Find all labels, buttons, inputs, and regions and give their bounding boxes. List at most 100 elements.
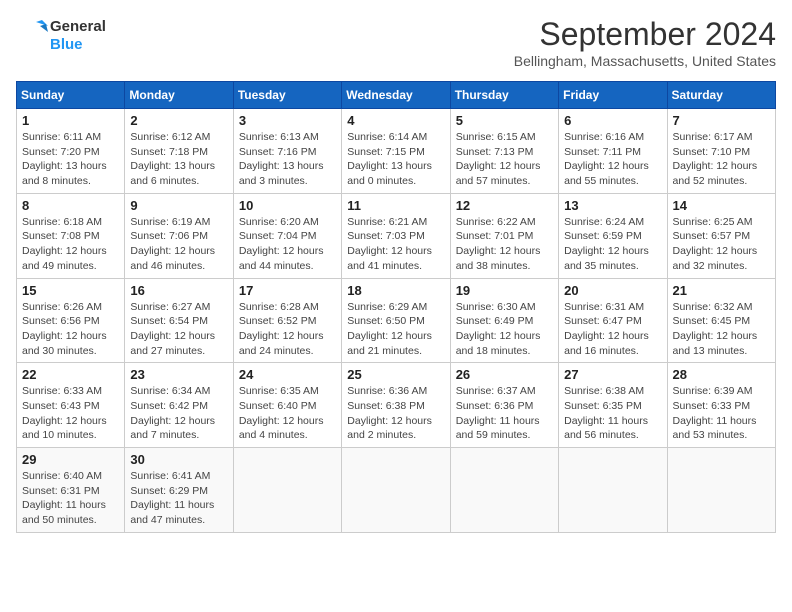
sunrise-time: 6:17 AM — [714, 131, 753, 143]
logo-bird-icon — [16, 16, 48, 56]
sunset-time: 7:10 PM — [711, 146, 750, 158]
sunrise-label: Sunrise: — [130, 385, 171, 397]
calendar-week-5: 29 Sunrise: 6:40 AM Sunset: 6:31 PM Dayl… — [17, 448, 776, 533]
sunrise-time: 6:35 AM — [280, 385, 319, 397]
sunset-label: Sunset: — [564, 400, 603, 412]
daylight-label: Daylight: 13 hours and 8 minutes. — [22, 160, 107, 187]
sunrise-label: Sunrise: — [564, 131, 605, 143]
daylight-label: Daylight: 12 hours and 2 minutes. — [347, 415, 432, 442]
sunset-label: Sunset: — [456, 400, 495, 412]
sunset-label: Sunset: — [456, 315, 495, 327]
sunrise-time: 6:41 AM — [172, 470, 211, 482]
calendar-cell: 23 Sunrise: 6:34 AM Sunset: 6:42 PM Dayl… — [125, 363, 233, 448]
day-number: 29 — [22, 452, 119, 467]
day-number: 9 — [130, 198, 227, 213]
sunset-time: 6:50 PM — [386, 315, 425, 327]
sunset-label: Sunset: — [22, 230, 61, 242]
sunrise-time: 6:25 AM — [714, 216, 753, 228]
day-info: Sunrise: 6:20 AM Sunset: 7:04 PM Dayligh… — [239, 215, 336, 274]
daylight-label: Daylight: 12 hours and 41 minutes. — [347, 245, 432, 272]
day-number: 17 — [239, 283, 336, 298]
calendar-cell: 28 Sunrise: 6:39 AM Sunset: 6:33 PM Dayl… — [667, 363, 775, 448]
weekday-header-friday: Friday — [559, 82, 667, 109]
calendar-cell: 30 Sunrise: 6:41 AM Sunset: 6:29 PM Dayl… — [125, 448, 233, 533]
sunset-label: Sunset: — [564, 146, 603, 158]
day-number: 23 — [130, 367, 227, 382]
sunrise-label: Sunrise: — [130, 301, 171, 313]
calendar-week-4: 22 Sunrise: 6:33 AM Sunset: 6:43 PM Dayl… — [17, 363, 776, 448]
logo: General Blue — [16, 16, 106, 56]
sunrise-time: 6:14 AM — [389, 131, 428, 143]
calendar-cell: 25 Sunrise: 6:36 AM Sunset: 6:38 PM Dayl… — [342, 363, 450, 448]
daylight-label: Daylight: 11 hours and 50 minutes. — [22, 499, 106, 526]
weekday-header-saturday: Saturday — [667, 82, 775, 109]
sunrise-time: 6:24 AM — [606, 216, 645, 228]
sunrise-time: 6:31 AM — [606, 301, 645, 313]
calendar-cell: 12 Sunrise: 6:22 AM Sunset: 7:01 PM Dayl… — [450, 193, 558, 278]
day-number: 28 — [673, 367, 770, 382]
sunrise-time: 6:19 AM — [172, 216, 211, 228]
daylight-label: Daylight: 12 hours and 10 minutes. — [22, 415, 107, 442]
sunset-time: 6:42 PM — [169, 400, 208, 412]
sunrise-label: Sunrise: — [456, 216, 497, 228]
day-number: 8 — [22, 198, 119, 213]
calendar-cell: 4 Sunrise: 6:14 AM Sunset: 7:15 PM Dayli… — [342, 109, 450, 194]
day-number: 21 — [673, 283, 770, 298]
sunset-time: 6:57 PM — [711, 230, 750, 242]
sunrise-time: 6:11 AM — [63, 131, 101, 143]
sunrise-time: 6:21 AM — [389, 216, 428, 228]
sunset-label: Sunset: — [22, 485, 61, 497]
sunset-time: 7:08 PM — [61, 230, 100, 242]
calendar-cell — [342, 448, 450, 533]
daylight-label: Daylight: 12 hours and 49 minutes. — [22, 245, 107, 272]
sunset-label: Sunset: — [130, 315, 169, 327]
calendar-cell: 7 Sunrise: 6:17 AM Sunset: 7:10 PM Dayli… — [667, 109, 775, 194]
day-info: Sunrise: 6:15 AM Sunset: 7:13 PM Dayligh… — [456, 130, 553, 189]
day-info: Sunrise: 6:30 AM Sunset: 6:49 PM Dayligh… — [456, 300, 553, 359]
day-info: Sunrise: 6:35 AM Sunset: 6:40 PM Dayligh… — [239, 384, 336, 443]
day-info: Sunrise: 6:24 AM Sunset: 6:59 PM Dayligh… — [564, 215, 661, 274]
calendar-cell — [233, 448, 341, 533]
weekday-header-sunday: Sunday — [17, 82, 125, 109]
day-number: 7 — [673, 113, 770, 128]
sunset-label: Sunset: — [130, 146, 169, 158]
sunset-time: 7:13 PM — [494, 146, 533, 158]
sunrise-label: Sunrise: — [22, 131, 63, 143]
sunset-time: 7:18 PM — [169, 146, 208, 158]
day-info: Sunrise: 6:31 AM Sunset: 6:47 PM Dayligh… — [564, 300, 661, 359]
sunset-time: 6:38 PM — [386, 400, 425, 412]
daylight-label: Daylight: 13 hours and 3 minutes. — [239, 160, 324, 187]
sunset-time: 6:56 PM — [61, 315, 100, 327]
day-info: Sunrise: 6:25 AM Sunset: 6:57 PM Dayligh… — [673, 215, 770, 274]
day-info: Sunrise: 6:17 AM Sunset: 7:10 PM Dayligh… — [673, 130, 770, 189]
calendar-cell: 10 Sunrise: 6:20 AM Sunset: 7:04 PM Dayl… — [233, 193, 341, 278]
sunset-time: 6:52 PM — [277, 315, 316, 327]
day-number: 5 — [456, 113, 553, 128]
daylight-label: Daylight: 12 hours and 21 minutes. — [347, 330, 432, 357]
calendar-cell: 18 Sunrise: 6:29 AM Sunset: 6:50 PM Dayl… — [342, 278, 450, 363]
daylight-label: Daylight: 12 hours and 27 minutes. — [130, 330, 215, 357]
day-number: 6 — [564, 113, 661, 128]
sunrise-time: 6:38 AM — [606, 385, 645, 397]
day-info: Sunrise: 6:34 AM Sunset: 6:42 PM Dayligh… — [130, 384, 227, 443]
weekday-header-thursday: Thursday — [450, 82, 558, 109]
page-title: September 2024 — [514, 16, 776, 53]
calendar-cell: 21 Sunrise: 6:32 AM Sunset: 6:45 PM Dayl… — [667, 278, 775, 363]
sunset-label: Sunset: — [22, 146, 61, 158]
sunset-label: Sunset: — [22, 315, 61, 327]
sunset-time: 7:16 PM — [277, 146, 316, 158]
daylight-label: Daylight: 13 hours and 0 minutes. — [347, 160, 432, 187]
daylight-label: Daylight: 12 hours and 4 minutes. — [239, 415, 324, 442]
day-number: 3 — [239, 113, 336, 128]
sunset-time: 6:36 PM — [494, 400, 533, 412]
daylight-label: Daylight: 11 hours and 47 minutes. — [130, 499, 214, 526]
daylight-label: Daylight: 12 hours and 44 minutes. — [239, 245, 324, 272]
sunset-time: 6:54 PM — [169, 315, 208, 327]
sunset-time: 7:20 PM — [61, 146, 100, 158]
weekday-header-monday: Monday — [125, 82, 233, 109]
daylight-label: Daylight: 12 hours and 13 minutes. — [673, 330, 758, 357]
sunset-label: Sunset: — [673, 146, 712, 158]
sunrise-time: 6:37 AM — [497, 385, 536, 397]
day-info: Sunrise: 6:39 AM Sunset: 6:33 PM Dayligh… — [673, 384, 770, 443]
sunrise-time: 6:22 AM — [497, 216, 536, 228]
